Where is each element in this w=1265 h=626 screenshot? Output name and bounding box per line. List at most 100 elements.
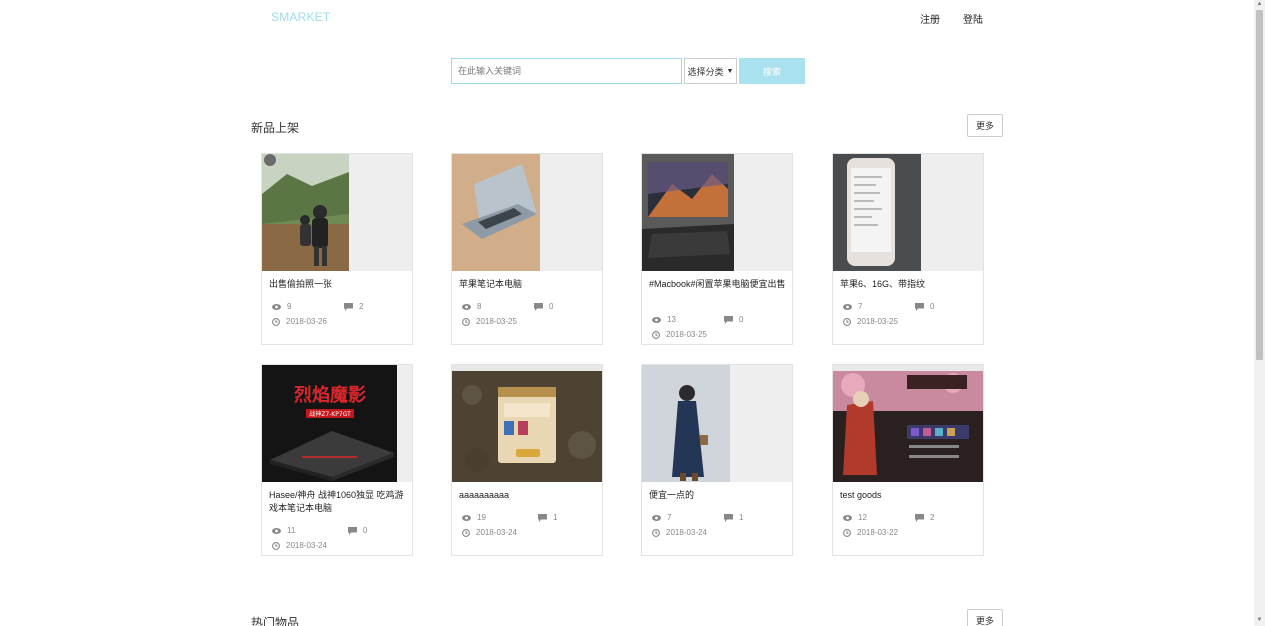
search-input[interactable] — [451, 58, 682, 84]
comments-value: 1 — [553, 513, 558, 522]
product-image — [452, 365, 602, 482]
product-card[interactable]: 出售偷拍照一张 9 2 2018-03-26 — [261, 153, 413, 345]
comments-count: 0 — [348, 526, 367, 535]
views-count: 8 — [462, 302, 481, 311]
eye-icon — [652, 514, 661, 521]
clock-icon — [272, 541, 280, 550]
views-value: 11 — [287, 526, 296, 535]
post-date: 2018-03-24 — [462, 528, 517, 537]
comment-icon — [538, 513, 547, 522]
caret-down-icon: ▼ — [726, 67, 734, 75]
comments-count: 1 — [724, 513, 743, 522]
scroll-down-icon[interactable]: ▼ — [1256, 617, 1263, 624]
comments-count: 0 — [534, 302, 553, 311]
views-count: 13 — [652, 315, 676, 324]
comments-count: 2 — [915, 513, 934, 522]
date-value: 2018-03-25 — [476, 317, 517, 326]
views-value: 7 — [667, 513, 672, 522]
comments-count: 1 — [538, 513, 557, 522]
clock-icon — [843, 528, 851, 537]
views-count: 7 — [843, 302, 862, 311]
product-card[interactable]: 苹果6、16G、带指纹 7 0 2018-03-25 — [832, 153, 984, 345]
product-image — [833, 154, 983, 271]
views-count: 9 — [272, 302, 291, 311]
comments-value: 0 — [739, 315, 744, 324]
comments-value: 0 — [549, 302, 554, 311]
comments-value: 0 — [930, 302, 935, 311]
views-value: 19 — [477, 513, 486, 522]
views-value: 13 — [667, 315, 676, 324]
login-link[interactable]: 登陆 — [963, 11, 983, 26]
product-title: 出售偷拍照一张 — [269, 279, 333, 289]
eye-icon — [272, 303, 281, 310]
more-button-new[interactable]: 更多 — [967, 114, 1003, 137]
eye-icon — [843, 303, 852, 310]
brand-logo[interactable]: SMARKET — [271, 10, 330, 24]
product-title: test goods — [840, 490, 882, 500]
product-card[interactable]: test goods 12 2 2018-03-22 — [832, 364, 984, 556]
eye-icon — [843, 514, 852, 521]
comment-icon — [724, 315, 733, 324]
category-select-label: 选择分类 — [687, 66, 724, 77]
comment-icon — [724, 513, 733, 522]
comment-icon — [915, 513, 924, 522]
comment-icon — [344, 302, 353, 311]
comment-icon — [534, 302, 543, 311]
clock-icon — [843, 317, 851, 326]
comments-value: 0 — [363, 526, 368, 535]
product-card[interactable]: 便宜一点的 7 1 2018-03-24 — [641, 364, 793, 556]
category-select[interactable]: 选择分类 ▼ — [684, 58, 737, 84]
product-card[interactable]: 苹果笔记本电脑 8 0 2018-03-25 — [451, 153, 603, 345]
post-date: 2018-03-26 — [272, 317, 327, 326]
banner-text: 烈焰魔影 — [294, 384, 366, 406]
scroll-thumb[interactable] — [1256, 10, 1263, 360]
clock-icon — [272, 317, 280, 326]
date-value: 2018-03-26 — [286, 317, 327, 326]
date-value: 2018-03-24 — [286, 541, 327, 550]
product-card[interactable]: aaaaaaaaaa 19 1 2018-03-24 — [451, 364, 603, 556]
date-value: 2018-03-25 — [857, 317, 898, 326]
product-title: aaaaaaaaaa — [459, 490, 510, 500]
views-count: 19 — [462, 513, 486, 522]
clock-icon — [462, 317, 470, 326]
post-date: 2018-03-24 — [652, 528, 707, 537]
comments-count: 0 — [915, 302, 934, 311]
product-title: 便宜一点的 — [649, 490, 695, 500]
product-title: #Macbook#闲置苹果电脑便宜出售 — [649, 279, 786, 289]
search-button[interactable]: 搜索 — [739, 58, 805, 84]
date-value: 2018-03-22 — [857, 528, 898, 537]
product-image — [642, 154, 792, 271]
page-scrollbar[interactable]: ▲ ▼ — [1254, 0, 1265, 626]
more-button-hot[interactable]: 更多 — [967, 609, 1003, 626]
comments-value: 2 — [359, 302, 364, 311]
post-date: 2018-03-25 — [652, 330, 707, 339]
comments-value: 2 — [930, 513, 935, 522]
clock-icon — [462, 528, 470, 537]
product-image — [262, 154, 412, 271]
product-card[interactable]: 烈焰魔影 战神Z7-KP7GT Hasee/神舟 战神1060独显 吃鸡游戏本笔… — [261, 364, 413, 556]
views-value: 9 — [287, 302, 292, 311]
views-count: 12 — [843, 513, 867, 522]
views-count: 7 — [652, 513, 671, 522]
post-date: 2018-03-22 — [843, 528, 898, 537]
eye-icon — [462, 514, 471, 521]
product-image: 烈焰魔影 战神Z7-KP7GT — [262, 365, 412, 482]
views-value: 12 — [858, 513, 867, 522]
comments-count: 0 — [724, 315, 743, 324]
product-title: 苹果6、16G、带指纹 — [840, 279, 926, 289]
register-link[interactable]: 注册 — [920, 11, 940, 26]
product-card[interactable]: #Macbook#闲置苹果电脑便宜出售 13 0 2018-03-25 — [641, 153, 793, 345]
views-value: 8 — [477, 302, 482, 311]
clock-icon — [652, 528, 660, 537]
eye-icon — [462, 303, 471, 310]
comment-icon — [915, 302, 924, 311]
eye-icon — [272, 527, 281, 534]
eye-icon — [652, 316, 661, 323]
views-value: 7 — [858, 302, 863, 311]
product-title: 苹果笔记本电脑 — [459, 279, 523, 289]
date-value: 2018-03-24 — [476, 528, 517, 537]
product-image — [452, 154, 602, 271]
date-value: 2018-03-24 — [666, 528, 707, 537]
scroll-up-icon[interactable]: ▲ — [1256, 1, 1263, 8]
comments-value: 1 — [739, 513, 744, 522]
